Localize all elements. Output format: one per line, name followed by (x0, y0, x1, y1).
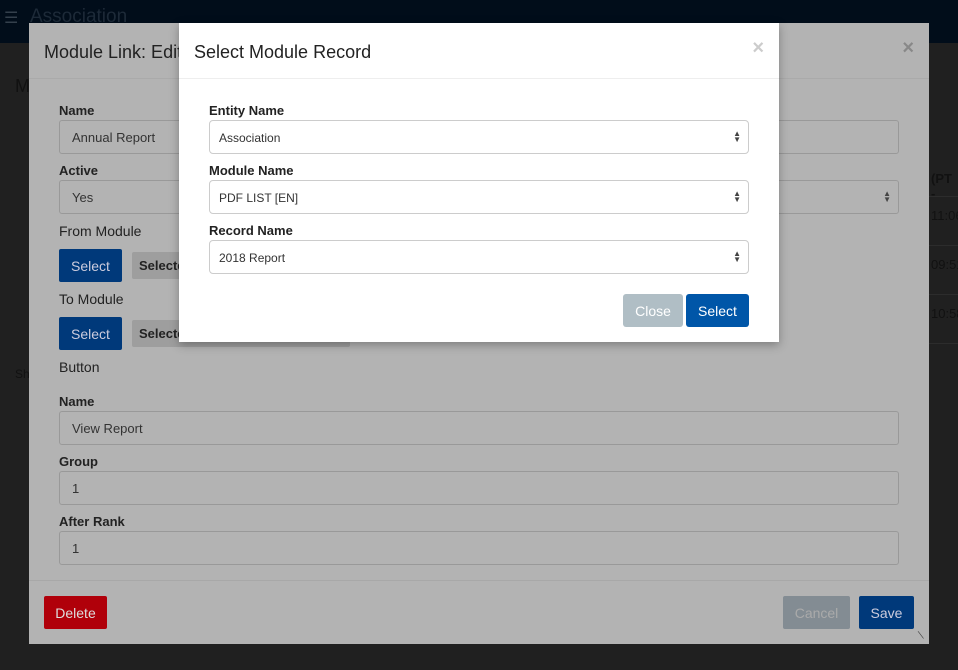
hamburger-menu-icon[interactable]: ☰ (4, 8, 18, 28)
close-icon[interactable]: × (752, 37, 764, 60)
close-button[interactable]: Close (623, 294, 683, 327)
time-cell: 11:06 (931, 208, 958, 223)
button-name-input[interactable]: View Report (59, 411, 899, 445)
close-icon[interactable]: × (902, 37, 914, 60)
time-cell: 10:58 (931, 306, 958, 321)
modal-header: Select Module Record × (179, 23, 779, 79)
button-name-label: Name (59, 394, 95, 409)
module-name-value: PDF LIST [EN] (219, 191, 299, 205)
select-arrows-icon: ▲ ▼ (733, 249, 741, 264)
to-module-label: To Module (59, 291, 124, 307)
modal-footer-divider (29, 580, 929, 581)
after-rank-label: After Rank (59, 514, 125, 529)
from-module-select-button[interactable]: Select (59, 249, 122, 282)
select-arrows-icon: ▲ ▼ (733, 129, 741, 144)
active-value: Yes (72, 190, 94, 205)
page-title-fragment: M (15, 76, 30, 96)
modal-title: Select Module Record (194, 42, 372, 62)
select-arrows-icon: ▲ ▼ (733, 189, 741, 204)
show-entries-fragment: Sh (15, 367, 30, 381)
delete-button[interactable]: Delete (44, 596, 107, 629)
module-name-label: Module Name (209, 163, 294, 178)
group-input[interactable]: 1 (59, 471, 899, 505)
save-button[interactable]: Save (859, 596, 914, 629)
module-name-select[interactable]: PDF LIST [EN] ▲ ▼ (209, 180, 749, 214)
record-name-value: 2018 Report (219, 251, 286, 265)
active-label: Active (59, 163, 99, 178)
time-cell: 09:51 (931, 257, 958, 272)
cancel-button[interactable]: Cancel (783, 596, 850, 629)
after-rank-input[interactable]: 1 (59, 531, 899, 565)
entity-name-value: Association (219, 131, 281, 145)
entity-name-label: Entity Name (209, 103, 285, 118)
group-label: Group (59, 454, 98, 469)
select-module-record-modal: Select Module Record × Entity Name Assoc… (179, 23, 779, 342)
select-arrows-icon: ▲ ▼ (883, 189, 891, 204)
select-button[interactable]: Select (686, 294, 749, 327)
from-module-label: From Module (59, 223, 142, 239)
record-name-select[interactable]: 2018 Report ▲ ▼ (209, 240, 749, 274)
record-name-label: Record Name (209, 223, 293, 238)
modal-title: Module Link: Edit (44, 42, 183, 62)
entity-name-select[interactable]: Association ▲ ▼ (209, 120, 749, 154)
to-module-select-button[interactable]: Select (59, 317, 122, 350)
name-label: Name (59, 103, 95, 118)
button-section-label: Button (59, 359, 100, 375)
